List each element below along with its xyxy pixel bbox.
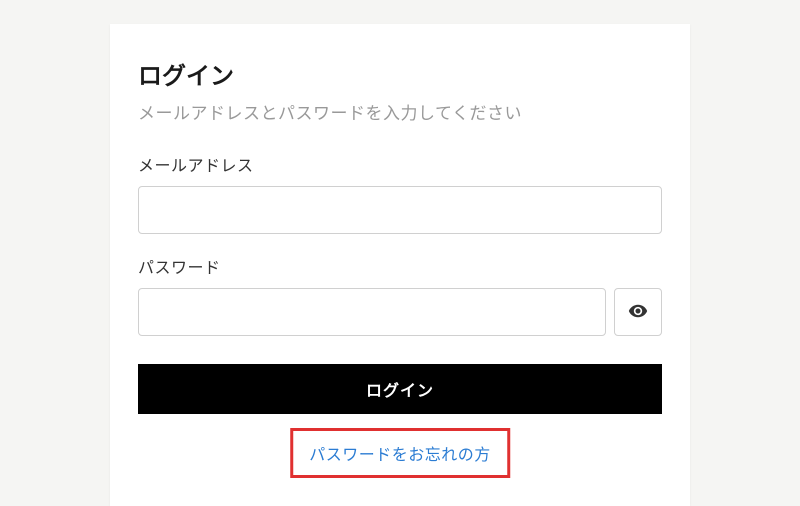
email-field-group: メールアドレス — [138, 152, 662, 234]
password-label: パスワード — [138, 254, 662, 278]
password-input[interactable] — [138, 288, 606, 336]
login-card: ログイン メールアドレスとパスワードを入力してください メールアドレス パスワー… — [110, 24, 690, 506]
email-input[interactable] — [138, 186, 662, 234]
forgot-password-highlight: パスワードをお忘れの方 — [290, 428, 510, 478]
password-wrapper — [138, 288, 662, 336]
forgot-password-link[interactable]: パスワードをお忘れの方 — [309, 447, 491, 464]
login-title: ログイン — [138, 56, 662, 91]
login-button[interactable]: ログイン — [138, 364, 662, 414]
eye-icon — [628, 301, 648, 324]
toggle-password-visibility-button[interactable] — [614, 288, 662, 336]
email-label: メールアドレス — [138, 152, 662, 176]
password-field-group: パスワード — [138, 254, 662, 336]
login-subtitle: メールアドレスとパスワードを入力してください — [138, 99, 662, 124]
